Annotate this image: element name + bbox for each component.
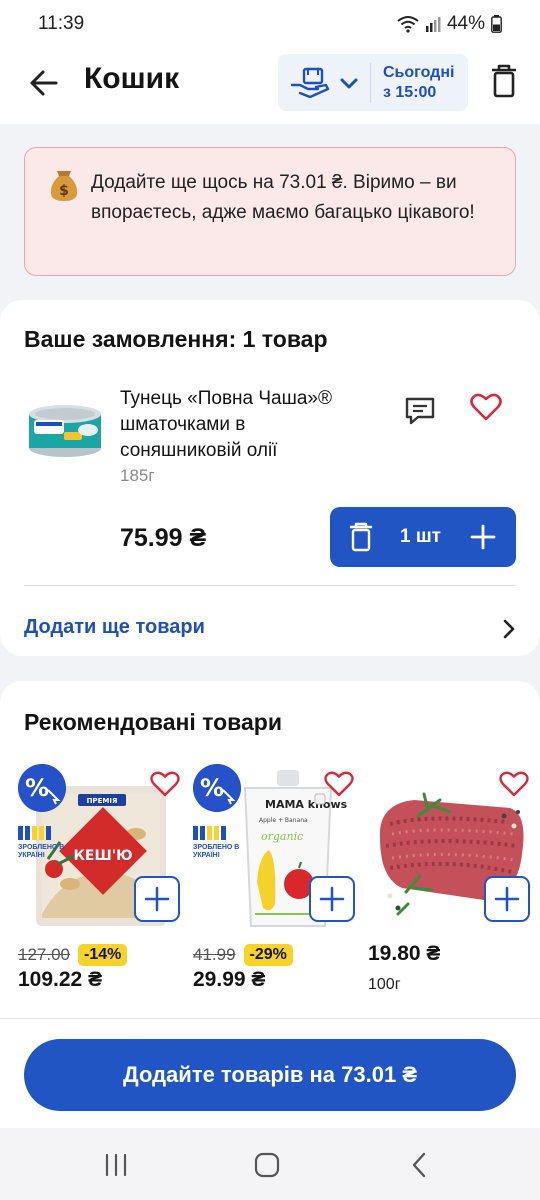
product-price: 75.99 ₴ [120, 524, 207, 552]
sale-percent-badge-icon: % [18, 764, 66, 812]
delivery-hand-icon [290, 67, 330, 98]
product-price: 19.80 ₴ [368, 942, 441, 965]
plus-icon[interactable] [469, 523, 497, 551]
back-arrow-icon[interactable] [26, 66, 60, 100]
clear-cart-trash-icon[interactable] [490, 64, 518, 98]
delivery-time: Сьогодні з 15:00 [383, 63, 454, 103]
minimum-order-alert: $ Додайте ще щось на 73.01 ₴. Віримо – в… [24, 147, 516, 276]
ukraine-flag-icon [18, 826, 74, 840]
signal-icon [425, 17, 441, 32]
delivery-slot-selector[interactable]: Сьогодні з 15:00 [278, 54, 468, 111]
chevron-right-icon[interactable] [500, 618, 518, 640]
battery-percent: 44% [446, 13, 485, 34]
made-in-ukraine-label: ЗРОБЛЕНО В УКРАЇНІ [193, 844, 240, 859]
chevron-down-icon [340, 78, 358, 88]
product-price: 29.99 ₴ [193, 968, 266, 991]
alert-message: Додайте ще щось на 73.01 ₴. Віримо – ви … [91, 172, 475, 223]
battery-icon [491, 15, 502, 33]
delivery-divider [370, 62, 371, 103]
recommended-title: Рекомендовані товари [24, 709, 282, 735]
heart-icon[interactable] [499, 770, 529, 798]
add-to-cart-plus-icon[interactable] [484, 876, 530, 922]
delivery-hour: з 15:00 [383, 83, 437, 101]
svg-text:$: $ [59, 183, 69, 199]
status-icons: 44% [397, 13, 502, 35]
money-bag-icon: $ [50, 171, 78, 201]
svg-text:%: % [200, 774, 224, 802]
pouch-organic-text: organic [261, 830, 303, 843]
app-header: Кошик Сьогодні з 15:00 [0, 48, 540, 124]
pack-product-text: КЕШ'Ю [73, 848, 132, 864]
wifi-icon [397, 16, 419, 33]
heart-icon[interactable] [150, 770, 180, 798]
add-products-button[interactable]: Додайте товарів на 73.01 ₴ [24, 1039, 516, 1111]
old-price: 127.00 [18, 945, 70, 964]
pouch-flavor-text: Apple + Banana [259, 817, 308, 824]
discount-badge: -29% [243, 944, 293, 966]
made-in-ukraine-badge: ЗРОБЛЕНО В УКРАЇНІ [193, 826, 249, 860]
made-in-ukraine-label: ЗРОБЛЕНО В УКРАЇНІ [18, 844, 65, 859]
quantity-stepper: 1 шт [330, 507, 516, 567]
price-old-row: 127.00 -14% [18, 944, 128, 966]
product-weight: 185г [120, 466, 155, 485]
system-nav-bar [0, 1128, 540, 1200]
add-to-cart-plus-icon[interactable] [134, 876, 180, 922]
heart-icon[interactable] [470, 392, 502, 422]
order-title: Ваше замовлення: 1 товар [24, 326, 328, 352]
product-name[interactable]: Тунець «Повна Чаша»® шматочками в соняшн… [120, 386, 360, 464]
ukraine-flag-icon [193, 826, 249, 840]
status-time: 11:39 [38, 13, 85, 34]
sale-percent-badge-icon: % [193, 764, 241, 812]
tuna-can-image[interactable] [26, 400, 104, 460]
back-nav-icon[interactable] [406, 1152, 434, 1178]
delivery-day: Сьогодні [383, 63, 455, 81]
order-card: Ваше замовлення: 1 товар Тунець «Повна Ч… [0, 300, 540, 656]
divider [24, 585, 516, 586]
comment-icon[interactable] [404, 396, 436, 426]
pouch-brand-text: MAMA knows [265, 798, 348, 811]
status-bar: 11:39 44% [0, 0, 540, 48]
bottom-action-bar: Додайте товарів на 73.01 ₴ [0, 1018, 540, 1128]
discount-badge: -14% [78, 944, 128, 966]
home-icon[interactable] [253, 1152, 281, 1178]
remove-item-trash-icon[interactable] [348, 522, 374, 552]
add-more-products-link[interactable]: Додати ще товари [24, 616, 205, 639]
svg-text:%: % [25, 774, 49, 802]
product-weight: 100г [368, 976, 401, 993]
add-to-cart-plus-icon[interactable] [309, 876, 355, 922]
old-price: 41.99 [193, 945, 236, 964]
price-old-row: 41.99 -29% [193, 944, 293, 966]
recent-apps-icon[interactable] [102, 1152, 130, 1178]
pack-brand-text: ПРЕМІЯ [87, 797, 118, 805]
page-title: Кошик [84, 62, 180, 95]
quantity-value: 1 шт [400, 526, 441, 547]
heart-icon[interactable] [324, 770, 354, 798]
made-in-ukraine-badge: ЗРОБЛЕНО В УКРАЇНІ [18, 826, 74, 860]
product-price: 109.22 ₴ [18, 968, 103, 991]
